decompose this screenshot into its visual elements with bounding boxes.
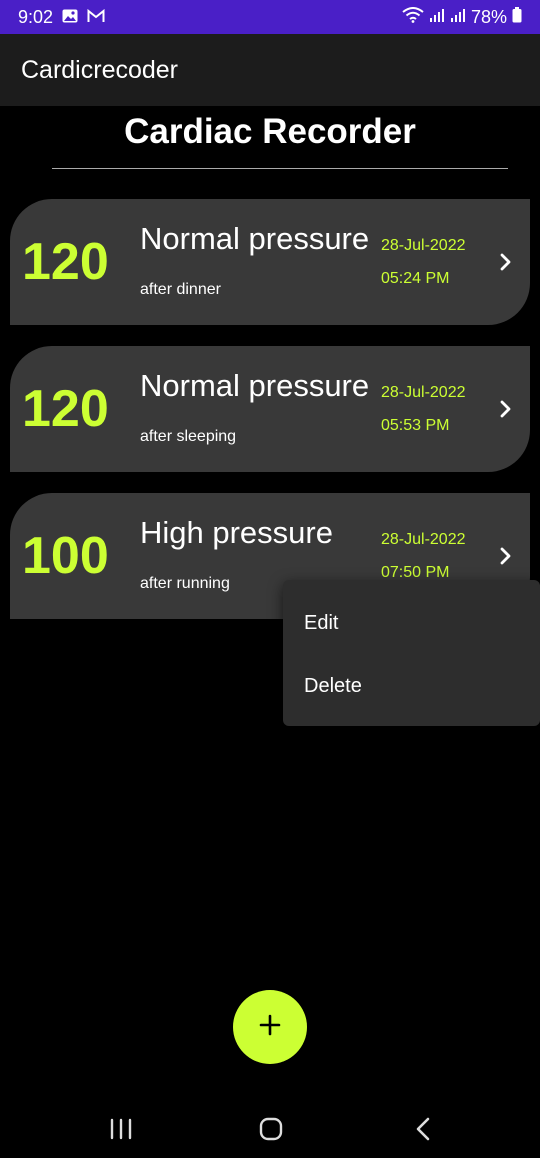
home-icon[interactable] (256, 1114, 286, 1144)
chevron-right-icon[interactable] (492, 543, 518, 569)
menu-item-delete[interactable]: Delete (283, 655, 540, 717)
record-time: 05:53 PM (381, 417, 450, 434)
record-note: after dinner (140, 281, 221, 298)
chevron-right-icon[interactable] (492, 249, 518, 275)
wifi-icon (402, 6, 424, 28)
screen: 9:02 78% Cardicrecoder Cardiac Recorder … (0, 0, 540, 1158)
record-bpm: 120 (22, 233, 109, 291)
record-card[interactable]: 120 Normal pressure after dinner 28-Jul-… (10, 199, 530, 325)
page-title: Cardiac Recorder (124, 112, 416, 151)
chevron-right-icon[interactable] (492, 396, 518, 422)
menu-item-edit[interactable]: Edit (283, 592, 540, 654)
record-status: Normal pressure (140, 221, 370, 256)
record-note: after sleeping (140, 428, 237, 445)
add-record-button[interactable] (233, 990, 307, 1064)
record-date: 28-Jul-2022 (381, 384, 466, 401)
record-bpm: 100 (22, 527, 109, 585)
record-time: 05:24 PM (381, 270, 450, 287)
title-divider (52, 168, 508, 169)
recent-apps-icon[interactable] (106, 1114, 136, 1144)
context-menu: Edit Delete (283, 580, 540, 726)
record-date: 28-Jul-2022 (381, 237, 466, 254)
record-date: 28-Jul-2022 (381, 531, 466, 548)
back-icon[interactable] (408, 1114, 438, 1144)
app-bar: Cardicrecoder (0, 34, 540, 106)
status-time: 9:02 (18, 6, 54, 27)
signal-icon (429, 7, 445, 28)
battery-percent: 78% (470, 6, 507, 27)
record-status: Normal pressure (140, 368, 370, 403)
record-status: High pressure (140, 515, 333, 550)
record-bpm: 120 (22, 380, 109, 438)
plus-icon (258, 1013, 282, 1042)
gmail-icon (87, 7, 105, 28)
record-card[interactable]: 120 Normal pressure after sleeping 28-Ju… (10, 346, 530, 472)
navigation-bar (0, 1100, 540, 1158)
app-title: Cardicrecoder (21, 55, 179, 84)
signal-icon (450, 7, 466, 28)
battery-icon (512, 6, 522, 28)
record-note: after running (140, 575, 230, 592)
gallery-icon (62, 7, 78, 28)
status-bar: 9:02 78% (0, 0, 540, 34)
